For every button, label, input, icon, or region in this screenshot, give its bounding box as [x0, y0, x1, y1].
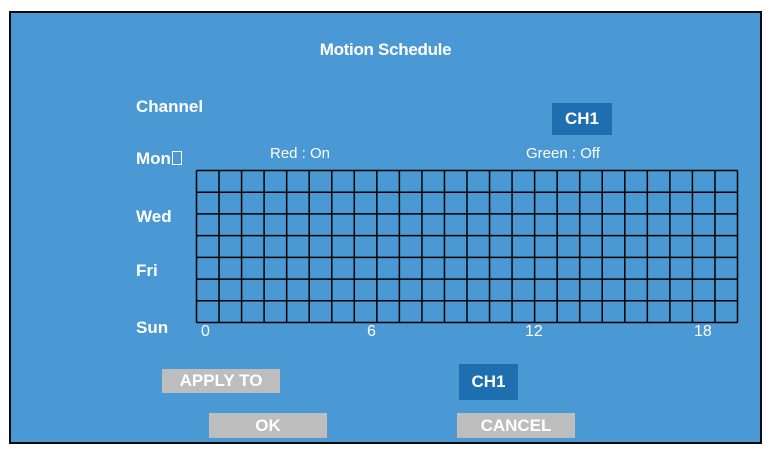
day-label-sun: Sun: [136, 318, 169, 337]
ok-button[interactable]: OK: [209, 413, 327, 438]
legend-on: Red : On: [270, 145, 331, 162]
hour-label: 18: [694, 323, 712, 340]
box-glyph: [171, 151, 182, 165]
channel-select[interactable]: CH1: [552, 103, 612, 135]
hour-label: 12: [525, 323, 543, 340]
apply-to-channel-select[interactable]: CH1: [459, 364, 518, 400]
schedule-grid[interactable]: [195, 169, 739, 324]
day-label-mon: Mon: [136, 149, 182, 169]
cancel-button[interactable]: CANCEL: [457, 413, 575, 438]
hour-label: 6: [367, 323, 376, 340]
apply-to-button[interactable]: APPLY TO: [162, 369, 280, 393]
hour-label: 0: [201, 323, 210, 340]
motion-schedule-dialog: Motion Schedule Channel CH1 Red : On Gre…: [9, 11, 762, 444]
legend-off: Green : Off: [526, 145, 600, 162]
channel-label: Channel: [136, 97, 204, 116]
dialog-title: Motion Schedule: [319, 40, 452, 59]
day-label-wed: Wed: [136, 207, 172, 226]
day-label-fri: Fri: [136, 261, 158, 280]
